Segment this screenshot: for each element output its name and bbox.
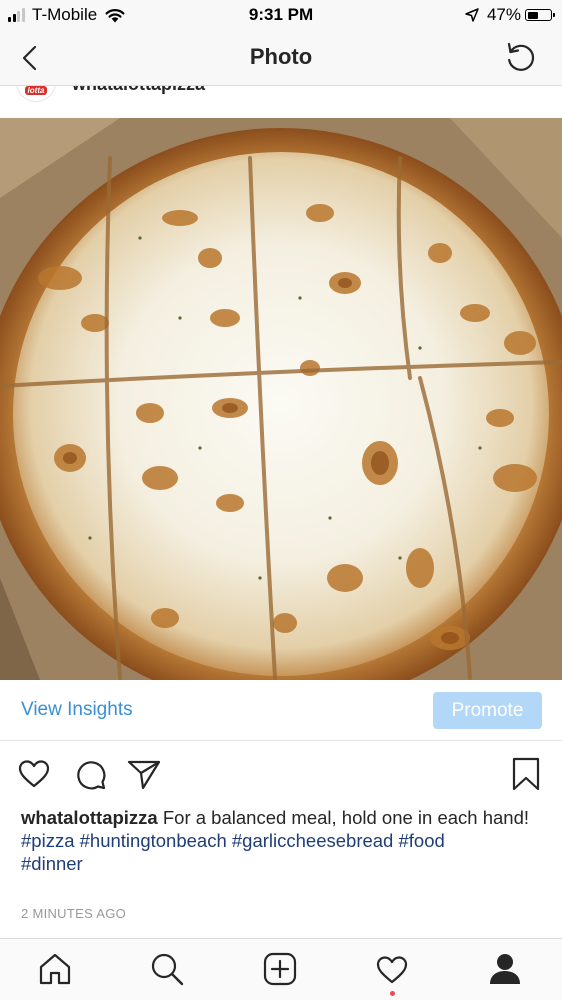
post-actions	[0, 752, 562, 796]
caption-username[interactable]: whatalottapizza	[21, 807, 158, 828]
hashtag-list: #pizza #huntingtonbeach #garliccheesebre…	[21, 830, 445, 874]
heart-icon[interactable]	[16, 756, 52, 792]
bottom-tab-bar	[0, 938, 562, 1000]
activity-icon[interactable]	[374, 951, 410, 987]
battery-percentage: 47%	[486, 5, 521, 24]
hashtag[interactable]: #huntingtonbeach	[80, 830, 227, 851]
profile-icon[interactable]	[487, 951, 523, 987]
share-icon[interactable]	[126, 756, 162, 792]
caption-text: For a balanced meal, hold one in each ha…	[162, 807, 530, 828]
back-chevron-icon[interactable]	[14, 42, 46, 74]
navigation-bar: Photo	[0, 30, 562, 86]
location-arrow-icon	[465, 8, 479, 22]
avatar[interactable]: lotta	[16, 86, 56, 102]
hashtag[interactable]: #food	[398, 830, 444, 851]
bookmark-icon[interactable]	[508, 756, 544, 792]
post-username[interactable]: whatalottapizza	[72, 86, 205, 95]
hashtag[interactable]: #pizza	[21, 830, 74, 851]
view-insights-link[interactable]: View Insights	[21, 699, 133, 721]
battery-tip	[553, 13, 555, 17]
promote-button[interactable]: Promote	[433, 692, 542, 729]
pizza-photo-image	[0, 118, 562, 680]
refresh-icon[interactable]	[502, 39, 538, 75]
post-timestamp: 2 MINUTES AGO	[21, 906, 127, 921]
search-icon[interactable]	[149, 951, 185, 987]
post-photo[interactable]	[0, 118, 562, 680]
status-bar: T-Mobile 9:31 PM 47%	[0, 0, 562, 30]
avatar-logo-text: lotta	[24, 86, 48, 95]
battery-icon	[525, 9, 555, 21]
hashtag[interactable]: #dinner	[21, 853, 83, 874]
hashtag[interactable]: #garliccheesebread	[232, 830, 393, 851]
post-caption: whatalottapizza For a balanced meal, hol…	[21, 806, 541, 875]
comment-icon[interactable]	[72, 756, 108, 792]
post-header: lotta whatalottapizza	[0, 86, 562, 118]
page-title: Photo	[249, 44, 313, 69]
insights-row: View Insights Promote	[0, 680, 562, 741]
home-icon[interactable]	[37, 951, 73, 987]
battery-fill	[527, 11, 538, 19]
notification-dot	[390, 991, 395, 996]
add-post-icon[interactable]	[262, 951, 298, 987]
status-right: 47%	[465, 5, 555, 25]
instagram-photo-screen: T-Mobile 9:31 PM 47% Photo lotta View In…	[0, 0, 562, 1000]
